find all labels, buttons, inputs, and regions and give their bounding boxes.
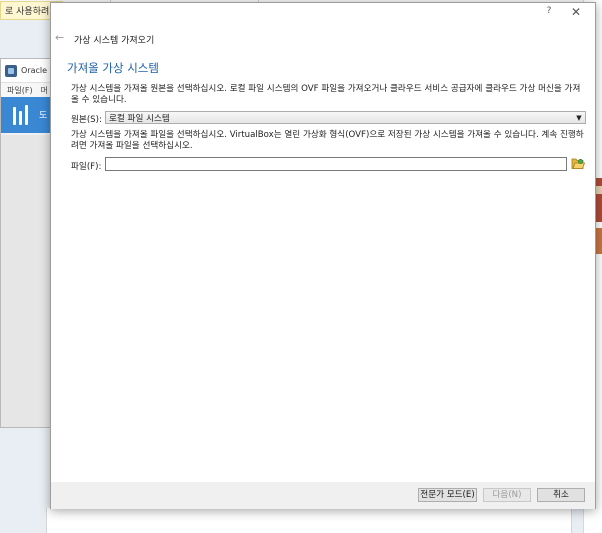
tools-icon <box>11 103 31 125</box>
virtualbox-logo-icon <box>5 64 17 77</box>
file-path-input[interactable] <box>105 157 567 171</box>
source-label: 원본(S): <box>71 115 102 125</box>
folder-open-icon[interactable] <box>571 156 586 170</box>
tools-label: 도 <box>39 111 48 121</box>
wizard-name: 가상 시스템 가져오기 <box>74 36 155 46</box>
cancel-button[interactable]: 취소 <box>537 488 585 502</box>
menu-file[interactable]: 파일(F) <box>7 85 33 96</box>
source-select[interactable]: 로컬 파일 시스템 ▼ <box>105 111 586 124</box>
background-window-bottom <box>46 508 572 533</box>
import-appliance-dialog: ? ✕ ← 가상 시스템 가져오기 가져올 가상 시스템 가상 시스템을 가져올… <box>50 2 596 509</box>
expert-mode-button[interactable]: 전문가 모드(E) <box>418 488 477 502</box>
dialog-titlebar: ? ✕ <box>51 3 595 23</box>
help-button[interactable]: ? <box>541 6 557 20</box>
chevron-down-icon: ▼ <box>576 113 582 122</box>
description-text: 가상 시스템을 가져올 파일을 선택하십시오. VirtualBox는 열린 가… <box>71 130 584 151</box>
dialog-footer: 전문가 모드(E) 다음(N) 취소 <box>51 482 595 509</box>
close-button[interactable]: ✕ <box>567 5 585 21</box>
intro-text: 가상 시스템을 가져올 원본을 선택하십시오. 로컬 파일 시스템의 OVF 파… <box>71 84 581 105</box>
file-label: 파일(F): <box>71 162 102 172</box>
next-button[interactable]: 다음(N) <box>483 488 531 502</box>
back-arrow-icon[interactable]: ← <box>55 32 67 44</box>
dialog-content: ← 가상 시스템 가져오기 가져올 가상 시스템 가상 시스템을 가져올 원본을… <box>51 23 595 482</box>
menu-machine[interactable]: 머 <box>41 85 48 96</box>
page-title: 가져올 가상 시스템 <box>67 61 159 75</box>
source-selected-value: 로컬 파일 시스템 <box>109 113 170 124</box>
